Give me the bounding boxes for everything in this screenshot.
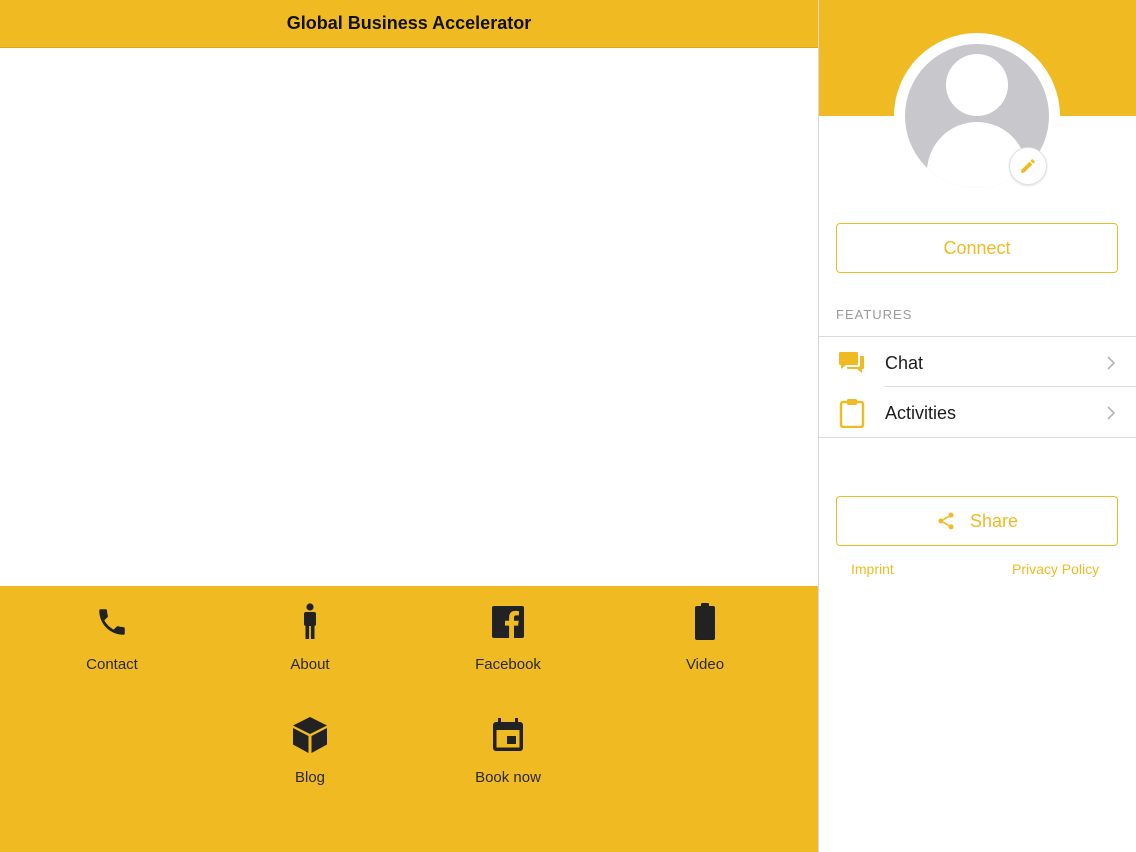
clipboard-icon [819, 398, 885, 428]
tile-about[interactable]: About [220, 586, 400, 686]
main-app-area: Global Business Accelerator Contact Abou… [0, 0, 818, 852]
tile-label: Facebook [475, 656, 541, 673]
share-label: Share [969, 510, 1019, 531]
divider [819, 336, 1136, 337]
tile-panel: Contact About Facebook Video Blog Book n… [0, 586, 818, 852]
content-area [0, 49, 818, 586]
tile-label: Blog [294, 769, 326, 786]
feature-label: Chat [885, 352, 924, 373]
chevron-right-icon [1106, 355, 1136, 371]
features-heading: FEATURES [836, 307, 913, 322]
top-bar: Global Business Accelerator [0, 0, 818, 48]
profile-sidebar: Connect FEATURES Chat Activities Share I… [819, 0, 1136, 852]
tile-label: Video [685, 656, 725, 673]
divider [885, 386, 1136, 387]
connect-button[interactable]: Connect [836, 223, 1118, 273]
imprint-link[interactable]: Imprint [851, 561, 894, 577]
privacy-policy-link[interactable]: Privacy Policy [1012, 561, 1099, 577]
feature-label: Activities [885, 402, 957, 423]
connect-label: Connect [943, 237, 1011, 258]
tile-video[interactable]: Video [615, 586, 795, 686]
calendar-icon [488, 715, 528, 755]
edit-avatar-button[interactable] [1009, 147, 1047, 185]
share-button[interactable]: Share [836, 496, 1118, 546]
chevron-right-icon [1106, 405, 1136, 421]
tile-book-now[interactable]: Book now [418, 699, 598, 799]
divider [819, 437, 1136, 438]
app-title: Global Business Accelerator [286, 13, 532, 33]
facebook-icon [488, 602, 528, 642]
pencil-icon [1019, 157, 1037, 175]
chat-icon [819, 350, 885, 376]
feature-item-activities[interactable]: Activities [819, 388, 1136, 438]
tile-facebook[interactable]: Facebook [418, 586, 598, 686]
tile-label: About [290, 656, 330, 673]
share-icon [936, 511, 956, 531]
feature-item-chat[interactable]: Chat [819, 338, 1136, 388]
cube-icon [290, 715, 330, 755]
avatar-head-shape [946, 54, 1008, 116]
person-icon [290, 602, 330, 642]
battery-icon [685, 602, 725, 642]
tile-contact[interactable]: Contact [22, 586, 202, 686]
tile-blog[interactable]: Blog [220, 699, 400, 799]
tile-label: Contact [86, 656, 138, 673]
tile-label: Book now [475, 769, 541, 786]
phone-icon [92, 602, 132, 642]
